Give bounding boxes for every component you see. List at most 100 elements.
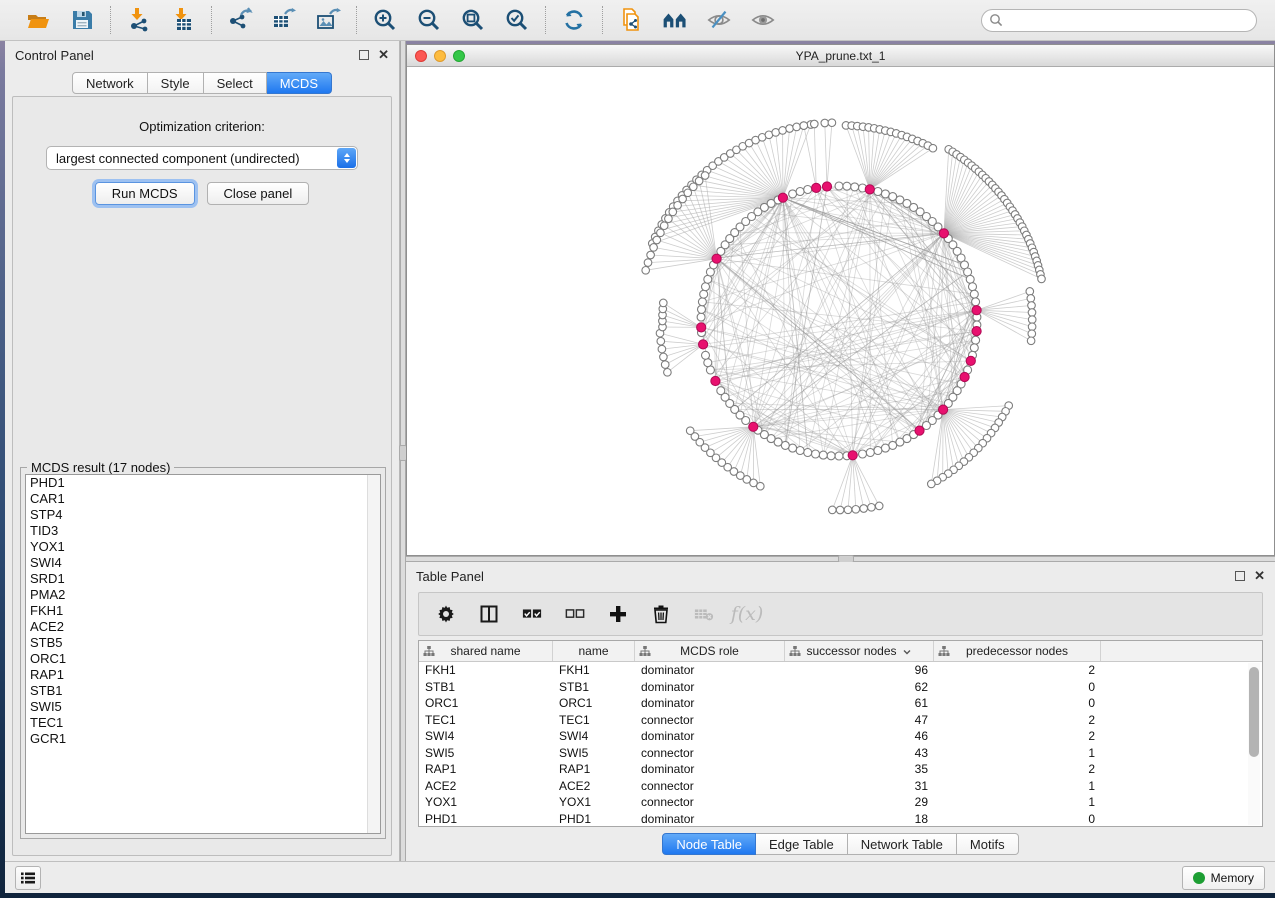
table-cell: SWI4 — [553, 728, 635, 745]
zoom-in-icon[interactable] — [371, 6, 399, 34]
table-cell: connector — [635, 712, 785, 729]
select-all-icon[interactable] — [521, 603, 543, 625]
delete-row-icon[interactable] — [650, 603, 672, 625]
list-item[interactable]: CAR1 — [26, 491, 380, 507]
table-cell: SWI5 — [419, 745, 553, 762]
close-table-panel-icon[interactable]: ✕ — [1254, 571, 1265, 581]
show-all-icon[interactable] — [749, 6, 777, 34]
close-panel-icon[interactable]: ✕ — [378, 50, 389, 60]
table-toolbar: f(x) — [418, 592, 1263, 636]
mcds-result-list[interactable]: PHD1CAR1STP4TID3YOX1SWI4SRD1PMA2FKH1ACE2… — [25, 474, 381, 834]
table-cell: 2 — [934, 728, 1101, 745]
export-image-icon[interactable] — [314, 6, 342, 34]
tab-select[interactable]: Select — [204, 72, 267, 94]
table-cell: ORC1 — [553, 695, 635, 712]
hide-selected-icon[interactable] — [705, 6, 733, 34]
list-item[interactable]: ORC1 — [26, 651, 380, 667]
table-row[interactable]: FKH1FKH1dominator962 — [419, 662, 1262, 679]
criterion-select[interactable]: largest connected component (undirected) — [46, 146, 358, 170]
tab-motifs[interactable]: Motifs — [957, 833, 1019, 855]
column-header-predecessor-nodes[interactable]: predecessor nodes — [934, 641, 1101, 661]
network-window-titlebar[interactable]: YPA_prune.txt_1 — [407, 45, 1274, 67]
zoom-selected-icon[interactable] — [503, 6, 531, 34]
list-item[interactable]: PMA2 — [26, 587, 380, 603]
table-scrollbar-thumb[interactable] — [1249, 667, 1259, 757]
table-panel-titlebar: Table Panel ✕ — [406, 562, 1275, 590]
refresh-view-icon[interactable] — [560, 6, 588, 34]
table-row[interactable]: STB1STB1dominator620 — [419, 679, 1262, 696]
main-toolbar — [0, 0, 1275, 41]
open-file-icon[interactable] — [24, 6, 52, 34]
table-cell: YOX1 — [553, 794, 635, 811]
table-row[interactable]: RAP1RAP1dominator352 — [419, 761, 1262, 778]
list-item[interactable]: FKH1 — [26, 603, 380, 619]
table-cell: SWI4 — [419, 728, 553, 745]
tab-mcds[interactable]: MCDS — [267, 72, 332, 94]
criterion-select-value: largest connected component (undirected) — [56, 151, 300, 166]
table-cell: connector — [635, 745, 785, 762]
import-network-icon[interactable] — [125, 6, 153, 34]
clone-network-icon[interactable] — [617, 6, 645, 34]
table-row[interactable]: YOX1YOX1connector291 — [419, 794, 1262, 811]
list-item[interactable]: TID3 — [26, 523, 380, 539]
export-network-icon[interactable] — [226, 6, 254, 34]
export-table-icon[interactable] — [270, 6, 298, 34]
tab-network[interactable]: Network — [72, 72, 148, 94]
close-panel-button[interactable]: Close panel — [207, 182, 310, 205]
gear-icon[interactable] — [435, 603, 457, 625]
column-header-MCDS-role[interactable]: MCDS role — [635, 641, 785, 661]
table-row[interactable]: TEC1TEC1connector472 — [419, 712, 1262, 729]
list-item[interactable]: YOX1 — [26, 539, 380, 555]
table-cell: 61 — [785, 695, 934, 712]
list-item[interactable]: TEC1 — [26, 715, 380, 731]
table-cell: 2 — [934, 761, 1101, 778]
tab-edge-table[interactable]: Edge Table — [756, 833, 848, 855]
memory-status-icon — [1193, 872, 1205, 884]
table-row[interactable]: SWI4SWI4dominator462 — [419, 728, 1262, 745]
list-item[interactable]: STP4 — [26, 507, 380, 523]
import-table-icon[interactable] — [169, 6, 197, 34]
result-list-scrollbar[interactable] — [367, 475, 380, 833]
run-mcds-button[interactable]: Run MCDS — [95, 182, 195, 205]
first-neighbors-icon[interactable] — [661, 6, 689, 34]
memory-button[interactable]: Memory — [1182, 866, 1265, 890]
list-item[interactable]: STB1 — [26, 683, 380, 699]
tab-style[interactable]: Style — [148, 72, 204, 94]
column-header-successor-nodes[interactable]: successor nodes — [785, 641, 934, 661]
columns-icon[interactable] — [478, 603, 500, 625]
table-row[interactable]: ORC1ORC1dominator610 — [419, 695, 1262, 712]
column-header-shared-name[interactable]: shared name — [419, 641, 553, 661]
column-header-name[interactable]: name — [553, 641, 635, 661]
table-row[interactable]: PHD1PHD1dominator180 — [419, 811, 1262, 828]
save-session-icon[interactable] — [68, 6, 96, 34]
float-table-panel-icon[interactable] — [1235, 571, 1245, 581]
list-item[interactable]: PHD1 — [26, 475, 380, 491]
search-input[interactable] — [981, 9, 1257, 32]
network-graph-canvas[interactable] — [407, 67, 1274, 555]
control-panel-tabs: NetworkStyleSelectMCDS — [5, 72, 399, 94]
table-row[interactable]: ACE2ACE2connector311 — [419, 778, 1262, 795]
mcds-tab-content: Optimization criterion: largest connecte… — [12, 96, 392, 856]
search-icon — [989, 13, 1003, 27]
list-item[interactable]: SRD1 — [26, 571, 380, 587]
deselect-all-icon[interactable] — [564, 603, 586, 625]
task-history-button[interactable] — [15, 866, 41, 890]
table-cell: STB1 — [419, 679, 553, 696]
tab-network-table[interactable]: Network Table — [848, 833, 957, 855]
list-item[interactable]: RAP1 — [26, 667, 380, 683]
list-item[interactable]: SWI4 — [26, 555, 380, 571]
select-stepper-icon — [337, 148, 356, 168]
list-item[interactable]: GCR1 — [26, 731, 380, 747]
zoom-out-icon[interactable] — [415, 6, 443, 34]
zoom-fit-icon[interactable] — [459, 6, 487, 34]
float-panel-icon[interactable] — [359, 50, 369, 60]
add-row-icon[interactable] — [607, 603, 629, 625]
list-item[interactable]: STB5 — [26, 635, 380, 651]
table-row[interactable]: SWI5SWI5connector431 — [419, 745, 1262, 762]
mcds-result-group: MCDS result (17 nodes) PHD1CAR1STP4TID3Y… — [20, 467, 386, 839]
list-item[interactable]: SWI5 — [26, 699, 380, 715]
table-scrollbar[interactable] — [1248, 663, 1260, 825]
table-cell: 46 — [785, 728, 934, 745]
tab-node-table[interactable]: Node Table — [662, 833, 756, 855]
list-item[interactable]: ACE2 — [26, 619, 380, 635]
